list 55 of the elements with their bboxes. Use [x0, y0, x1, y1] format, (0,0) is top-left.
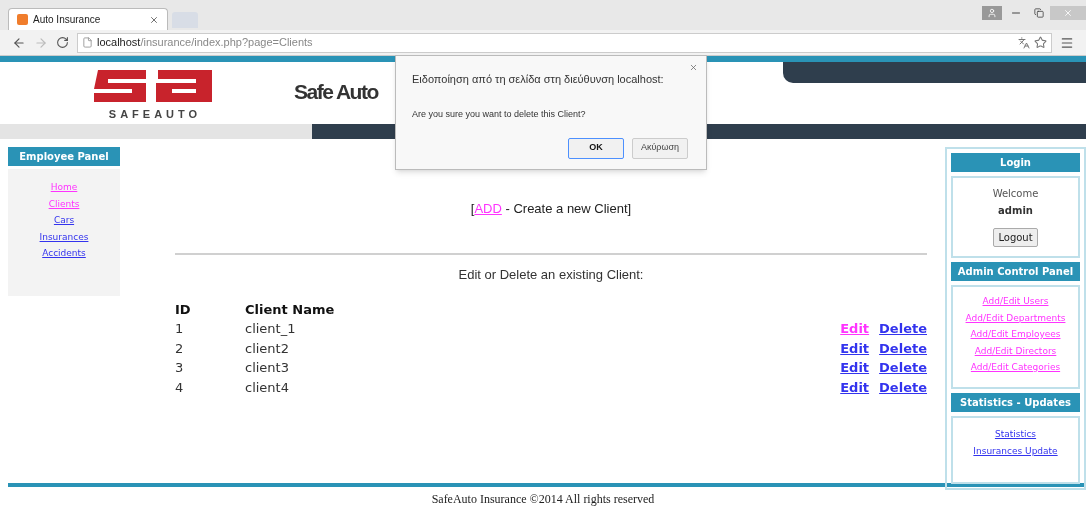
- panel-header: Employee Panel: [8, 147, 120, 166]
- table-cell: 1: [175, 319, 245, 339]
- logo-text: SAFEAUTO: [108, 106, 202, 122]
- site-favicon-icon: [17, 14, 28, 25]
- url-text: localhost/insurance/index.php?page=Clients: [97, 35, 313, 51]
- row-action-link[interactable]: Delete: [879, 379, 927, 395]
- row-action-link[interactable]: Delete: [879, 340, 927, 356]
- reload-icon[interactable]: [56, 36, 69, 49]
- table-cell: 4: [175, 377, 245, 397]
- row-action-link[interactable]: Edit: [840, 360, 870, 375]
- table-cell-text: client3: [245, 359, 290, 378]
- dialog-button[interactable]: OK: [568, 137, 624, 159]
- nav-link[interactable]: Accidents: [42, 247, 86, 261]
- column-header: ID: [175, 300, 245, 319]
- add-client-text: [ADD - Create a new Client]: [470, 200, 632, 218]
- nav-link[interactable]: Insurances: [39, 230, 89, 244]
- translate-icon[interactable]: [1018, 36, 1030, 49]
- browser-tab[interactable]: Auto Insurance: [8, 8, 168, 30]
- page-icon: [82, 37, 93, 48]
- row-action-link[interactable]: Edit: [840, 379, 870, 395]
- close-icon: [1063, 8, 1073, 18]
- panel-header: Login: [951, 153, 1080, 172]
- dialog-message: Are you sure you want to delete this Client?: [412, 108, 587, 121]
- nav-link[interactable]: Insurances Update: [973, 444, 1058, 458]
- close-icon[interactable]: [149, 14, 159, 25]
- row-action-link[interactable]: Delete: [879, 360, 927, 375]
- tab-title: Auto Insurance: [33, 13, 102, 27]
- bookmark-star-icon[interactable]: [1034, 36, 1047, 49]
- row-action-link[interactable]: Edit: [840, 340, 870, 356]
- user-name: admin: [998, 204, 1033, 218]
- panel-header: Statistics - Updates: [951, 393, 1080, 412]
- welcome-text: Welcome: [992, 187, 1039, 201]
- user-button[interactable]: [982, 6, 1002, 20]
- address-bar[interactable]: localhost/insurance/index.php?page=Clients: [77, 32, 1052, 53]
- table-cell: 3: [175, 358, 245, 378]
- site-title: Safe Auto: [294, 80, 378, 103]
- column-header: Client Name: [245, 301, 336, 319]
- footer-text: SafeAuto Insurance ©2014 All rights reserved: [430, 491, 656, 508]
- restore-icon[interactable]: [1034, 8, 1044, 18]
- back-icon[interactable]: [12, 35, 26, 50]
- dialog-title: Ειδοποίηση από τη σελίδα στη διεύθυνση localhost:: [412, 73, 664, 85]
- panel-header: Admin Control Panel: [951, 262, 1080, 281]
- dialog-button[interactable]: Ακύρωση: [632, 137, 688, 159]
- section-subtitle: Edit or Delete an existing Client:: [458, 265, 644, 284]
- table-cell: 2: [175, 338, 245, 358]
- table-cell-text: client_1: [245, 320, 297, 339]
- close-icon[interactable]: [689, 63, 698, 72]
- logout-button[interactable]: Logout: [993, 228, 1038, 247]
- table-cell-text: client2: [245, 339, 290, 358]
- nav-link[interactable]: Statistics: [994, 428, 1037, 442]
- table-cell-text: client4: [245, 378, 290, 397]
- user-icon: [987, 8, 997, 18]
- menu-icon[interactable]: [1060, 35, 1074, 50]
- row-action-link[interactable]: Delete: [879, 321, 927, 336]
- nav-link[interactable]: Cars: [53, 214, 75, 228]
